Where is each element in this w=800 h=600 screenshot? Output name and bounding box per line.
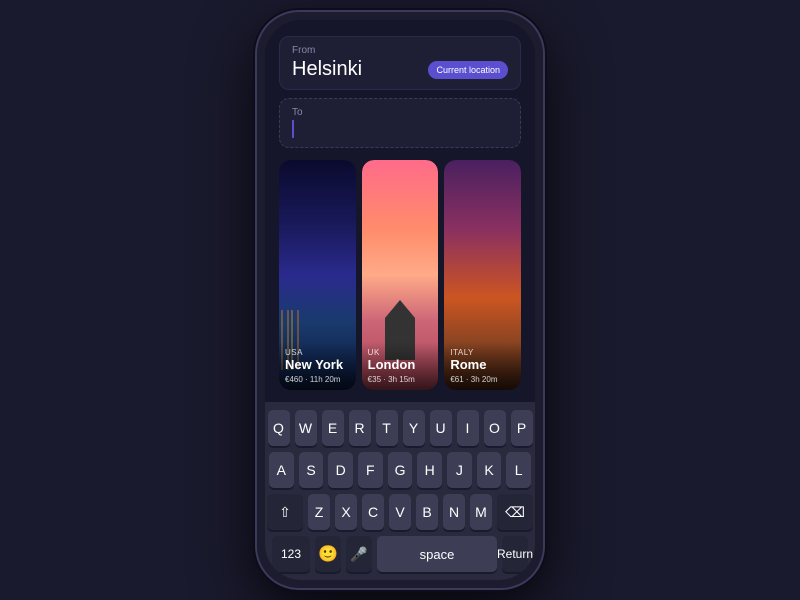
from-value: Helsinki: [292, 58, 362, 81]
card-city-london: London: [368, 357, 433, 373]
card-city-newyork: New York: [285, 357, 350, 373]
text-cursor: [292, 120, 294, 138]
card-country-london: UK: [368, 348, 433, 357]
key-j[interactable]: J: [447, 452, 472, 488]
to-label: To: [292, 107, 508, 118]
destination-card-newyork[interactable]: USA New York €460 · 11h 20m: [279, 160, 356, 390]
card-city-rome: Rome: [450, 357, 515, 373]
key-y[interactable]: Y: [403, 410, 425, 446]
destination-card-rome[interactable]: ITALY Rome €61 · 3h 20m: [444, 160, 521, 390]
key-k[interactable]: K: [477, 452, 502, 488]
card-overlay-newyork: USA New York €460 · 11h 20m: [279, 342, 356, 390]
phone-device: From Helsinki Current location To USA: [255, 10, 545, 590]
keyboard-row-1: Q W E R T Y U I O P: [269, 410, 531, 446]
card-country-rome: ITALY: [450, 348, 515, 357]
key-mic[interactable]: 🎤: [346, 536, 372, 572]
card-overlay-london: UK London €35 · 3h 15m: [362, 342, 439, 390]
key-h[interactable]: H: [417, 452, 442, 488]
card-overlay-rome: ITALY Rome €61 · 3h 20m: [444, 342, 521, 390]
key-u[interactable]: U: [430, 410, 452, 446]
current-location-button[interactable]: Current location: [428, 61, 508, 79]
from-field[interactable]: From Helsinki Current location: [279, 36, 521, 90]
keyboard-row-2: A S D F G H J K L: [269, 452, 531, 488]
keyboard-bottom-row: 123 🙂 🎤 space Return: [269, 536, 531, 572]
key-m[interactable]: M: [470, 494, 492, 530]
key-t[interactable]: T: [376, 410, 398, 446]
key-i[interactable]: I: [457, 410, 479, 446]
key-d[interactable]: D: [328, 452, 353, 488]
key-numbers[interactable]: 123: [272, 536, 310, 572]
key-a[interactable]: A: [269, 452, 294, 488]
key-b[interactable]: B: [416, 494, 438, 530]
to-field[interactable]: To: [279, 98, 521, 148]
key-f[interactable]: F: [358, 452, 383, 488]
key-p[interactable]: P: [511, 410, 533, 446]
card-price-newyork: €460 · 11h 20m: [285, 375, 350, 384]
key-c[interactable]: C: [362, 494, 384, 530]
key-g[interactable]: G: [388, 452, 413, 488]
card-country-newyork: USA: [285, 348, 350, 357]
phone-screen: From Helsinki Current location To USA: [265, 20, 535, 580]
key-n[interactable]: N: [443, 494, 465, 530]
key-x[interactable]: X: [335, 494, 357, 530]
key-q[interactable]: Q: [268, 410, 290, 446]
key-z[interactable]: Z: [308, 494, 330, 530]
key-v[interactable]: V: [389, 494, 411, 530]
card-price-london: €35 · 3h 15m: [368, 375, 433, 384]
destination-card-london[interactable]: UK London €35 · 3h 15m: [362, 160, 439, 390]
cards-row: USA New York €460 · 11h 20m UK London €3…: [279, 156, 521, 394]
key-s[interactable]: S: [299, 452, 324, 488]
key-r[interactable]: R: [349, 410, 371, 446]
key-o[interactable]: O: [484, 410, 506, 446]
key-emoji[interactable]: 🙂: [315, 536, 341, 572]
key-space[interactable]: space: [377, 536, 497, 572]
key-l[interactable]: L: [506, 452, 531, 488]
from-label: From: [292, 45, 508, 56]
key-shift[interactable]: ⇧: [267, 494, 303, 530]
app-content: From Helsinki Current location To USA: [265, 20, 535, 402]
key-delete[interactable]: ⌫: [497, 494, 533, 530]
keyboard: Q W E R T Y U I O P A S D F G H J K: [265, 402, 535, 580]
key-w[interactable]: W: [295, 410, 317, 446]
destinations-section: USA New York €460 · 11h 20m UK London €3…: [279, 156, 521, 394]
key-return[interactable]: Return: [502, 536, 528, 572]
key-e[interactable]: E: [322, 410, 344, 446]
card-price-rome: €61 · 3h 20m: [450, 375, 515, 384]
keyboard-row-3: ⇧ Z X C V B N M ⌫: [269, 494, 531, 530]
